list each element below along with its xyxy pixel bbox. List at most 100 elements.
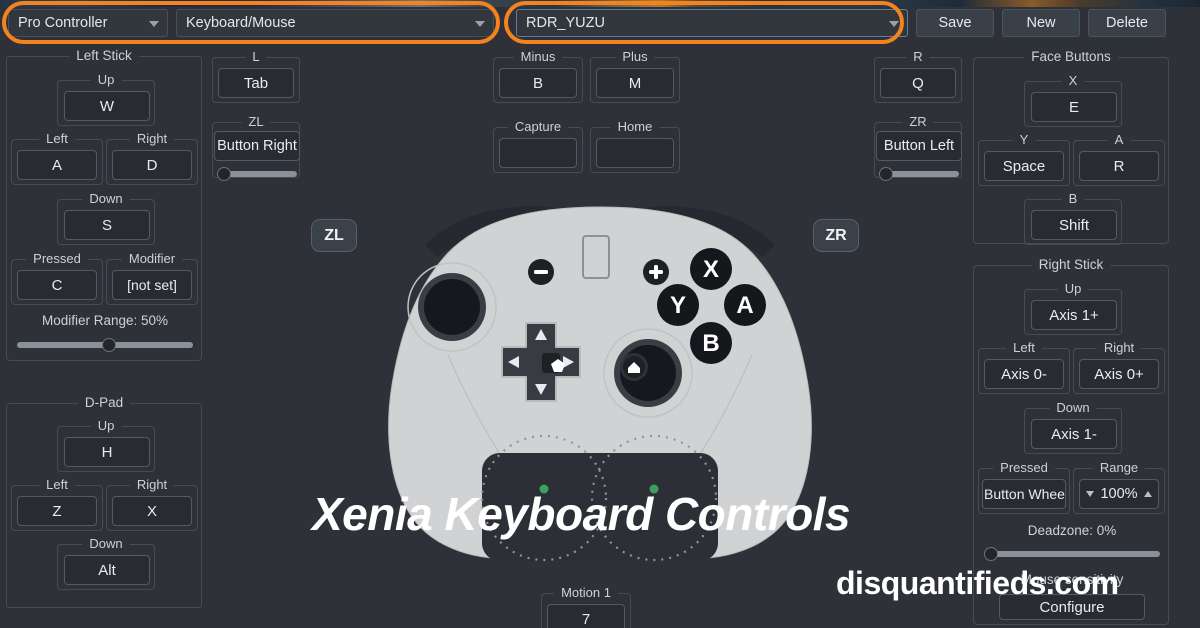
plus-label: Plus bbox=[615, 49, 655, 64]
shoulder-zl-group: ZL Button Right bbox=[212, 114, 300, 181]
dpad-down-button[interactable]: Alt bbox=[64, 555, 150, 585]
shoulder-zr-button[interactable]: Button Left bbox=[876, 131, 962, 161]
left-stick-up-group: Up W bbox=[57, 72, 155, 126]
home-group: Home bbox=[590, 119, 680, 173]
right-stick-pressed-group: Pressed Button Wheel bbox=[978, 460, 1070, 514]
right-stick-title: Right Stick bbox=[1031, 257, 1111, 272]
face-y-label: Y bbox=[1012, 132, 1036, 147]
chevron-down-icon bbox=[475, 21, 485, 27]
face-a-button[interactable]: R bbox=[1079, 151, 1159, 181]
chevron-down-icon bbox=[889, 21, 899, 27]
home-label: Home bbox=[610, 119, 660, 134]
chevron-down-icon bbox=[149, 21, 159, 27]
input-device-dropdown[interactable]: Keyboard/Mouse bbox=[176, 9, 494, 37]
right-stick-left-label: Left bbox=[1006, 340, 1042, 355]
face-a-overlay-glyph: A bbox=[736, 292, 753, 319]
right-stick-up-button[interactable]: Axis 1+ bbox=[1031, 300, 1117, 330]
shoulder-zl-label: ZL bbox=[241, 114, 271, 129]
dpad-title: D-Pad bbox=[77, 395, 131, 410]
minus-label: Minus bbox=[513, 49, 563, 64]
dpad-left-label: Left bbox=[39, 477, 75, 492]
motion1-group: Motion 1 7 bbox=[541, 585, 631, 628]
right-stick-right-button[interactable]: Axis 0+ bbox=[1079, 359, 1159, 389]
profile-name-value: RDR_YUZU bbox=[526, 15, 605, 31]
shoulder-zr-group: ZR Button Left bbox=[874, 114, 962, 181]
left-stick-left-button[interactable]: A bbox=[17, 150, 97, 180]
left-stick-title: Left Stick bbox=[69, 48, 139, 63]
face-y-group: Y Space bbox=[978, 132, 1070, 186]
minus-button[interactable]: B bbox=[499, 68, 577, 98]
dpad-up-label: Up bbox=[90, 418, 122, 433]
left-stick-pressed-button[interactable]: C bbox=[17, 270, 97, 300]
left-stick-down-button[interactable]: S bbox=[64, 210, 150, 240]
plus-group: Plus M bbox=[590, 49, 680, 103]
left-stick-right-button[interactable]: D bbox=[112, 150, 192, 180]
left-stick-up-button[interactable]: W bbox=[64, 91, 150, 121]
shoulder-zl-button[interactable]: Button Right bbox=[214, 131, 300, 161]
delete-button[interactable]: Delete bbox=[1088, 9, 1166, 37]
dpad-up-button[interactable]: H bbox=[64, 437, 150, 467]
plus-button[interactable]: M bbox=[596, 68, 674, 98]
slider-knob[interactable] bbox=[879, 167, 893, 181]
face-x-label: X bbox=[1061, 73, 1085, 88]
slider-knob[interactable] bbox=[102, 338, 116, 352]
dpad-down-group: Down Alt bbox=[57, 536, 155, 590]
face-buttons-group: Face Buttons X E Y Space A R B Shift bbox=[973, 49, 1169, 245]
dpad-right-label: Right bbox=[129, 477, 175, 492]
face-b-button[interactable]: Shift bbox=[1031, 210, 1117, 240]
slider-knob[interactable] bbox=[217, 167, 231, 181]
motion1-button[interactable]: 7 bbox=[547, 604, 625, 628]
left-stick-modifier-group: Modifier [not set] bbox=[106, 251, 198, 305]
shoulder-l-group: L Tab bbox=[212, 49, 300, 103]
left-stick-left-group: Left A bbox=[11, 131, 103, 185]
dpad-group: D-Pad Up H Left Z Right X Down Alt bbox=[6, 395, 202, 608]
deadzone-slider[interactable] bbox=[984, 547, 1160, 561]
plus-icon-v bbox=[654, 265, 658, 279]
right-stick-range-spinbox[interactable]: 100% bbox=[1079, 479, 1159, 509]
face-x-button[interactable]: E bbox=[1031, 92, 1117, 122]
right-stick-pressed-button[interactable]: Button Wheel bbox=[982, 479, 1066, 509]
left-stick-left-label: Left bbox=[39, 131, 75, 146]
dpad-right-group: Right X bbox=[106, 477, 198, 531]
face-b-label: B bbox=[1061, 191, 1085, 206]
right-stick-down-button[interactable]: Axis 1- bbox=[1031, 419, 1117, 449]
face-x-overlay-glyph: X bbox=[703, 256, 719, 283]
left-stick-right-label: Right bbox=[129, 131, 175, 146]
shoulder-zr-label: ZR bbox=[902, 114, 934, 129]
left-stick-up-label: Up bbox=[90, 72, 122, 87]
capture-button[interactable] bbox=[499, 138, 577, 168]
right-stick-up-group: Up Axis 1+ bbox=[1024, 281, 1122, 335]
shoulder-r-button[interactable]: Q bbox=[880, 68, 956, 98]
minus-icon bbox=[534, 270, 548, 274]
left-stick-right-group: Right D bbox=[106, 131, 198, 185]
save-button[interactable]: Save bbox=[916, 9, 994, 37]
modifier-range-slider[interactable] bbox=[17, 338, 193, 352]
new-button[interactable]: New bbox=[1002, 9, 1080, 37]
dpad-left-group: Left Z bbox=[11, 477, 103, 531]
face-b-group: B Shift bbox=[1024, 191, 1122, 245]
left-stick-pressed-label: Pressed bbox=[26, 251, 88, 266]
left-analog-stick[interactable] bbox=[424, 279, 480, 335]
input-device-value: Keyboard/Mouse bbox=[186, 15, 296, 31]
spin-down-icon[interactable] bbox=[1086, 491, 1095, 497]
controller-type-dropdown[interactable]: Pro Controller bbox=[8, 9, 168, 37]
right-stick-down-group: Down Axis 1- bbox=[1024, 400, 1122, 454]
right-stick-right-group: Right Axis 0+ bbox=[1073, 340, 1165, 394]
right-stick-pressed-label: Pressed bbox=[993, 460, 1055, 475]
shoulder-l-button[interactable]: Tab bbox=[218, 68, 294, 98]
dpad-right-button[interactable]: X bbox=[112, 496, 192, 526]
deadzone-label: Deadzone: 0% bbox=[1027, 523, 1117, 538]
face-y-button[interactable]: Space bbox=[984, 151, 1064, 181]
left-stick-modifier-label: Modifier bbox=[121, 251, 183, 266]
slider-knob[interactable] bbox=[984, 547, 998, 561]
shoulder-zl-slider[interactable] bbox=[217, 167, 297, 181]
home-button[interactable] bbox=[596, 138, 674, 168]
profile-name-dropdown[interactable]: RDR_YUZU bbox=[516, 9, 908, 37]
watermark-title: Xenia Keyboard Controls bbox=[312, 488, 851, 540]
left-stick-modifier-button[interactable]: [not set] bbox=[112, 270, 192, 300]
right-stick-left-button[interactable]: Axis 0- bbox=[984, 359, 1064, 389]
shoulder-zr-slider[interactable] bbox=[879, 167, 959, 181]
dpad-left-button[interactable]: Z bbox=[17, 496, 97, 526]
shoulder-r-label: R bbox=[906, 49, 930, 64]
spin-up-icon[interactable] bbox=[1143, 491, 1152, 497]
